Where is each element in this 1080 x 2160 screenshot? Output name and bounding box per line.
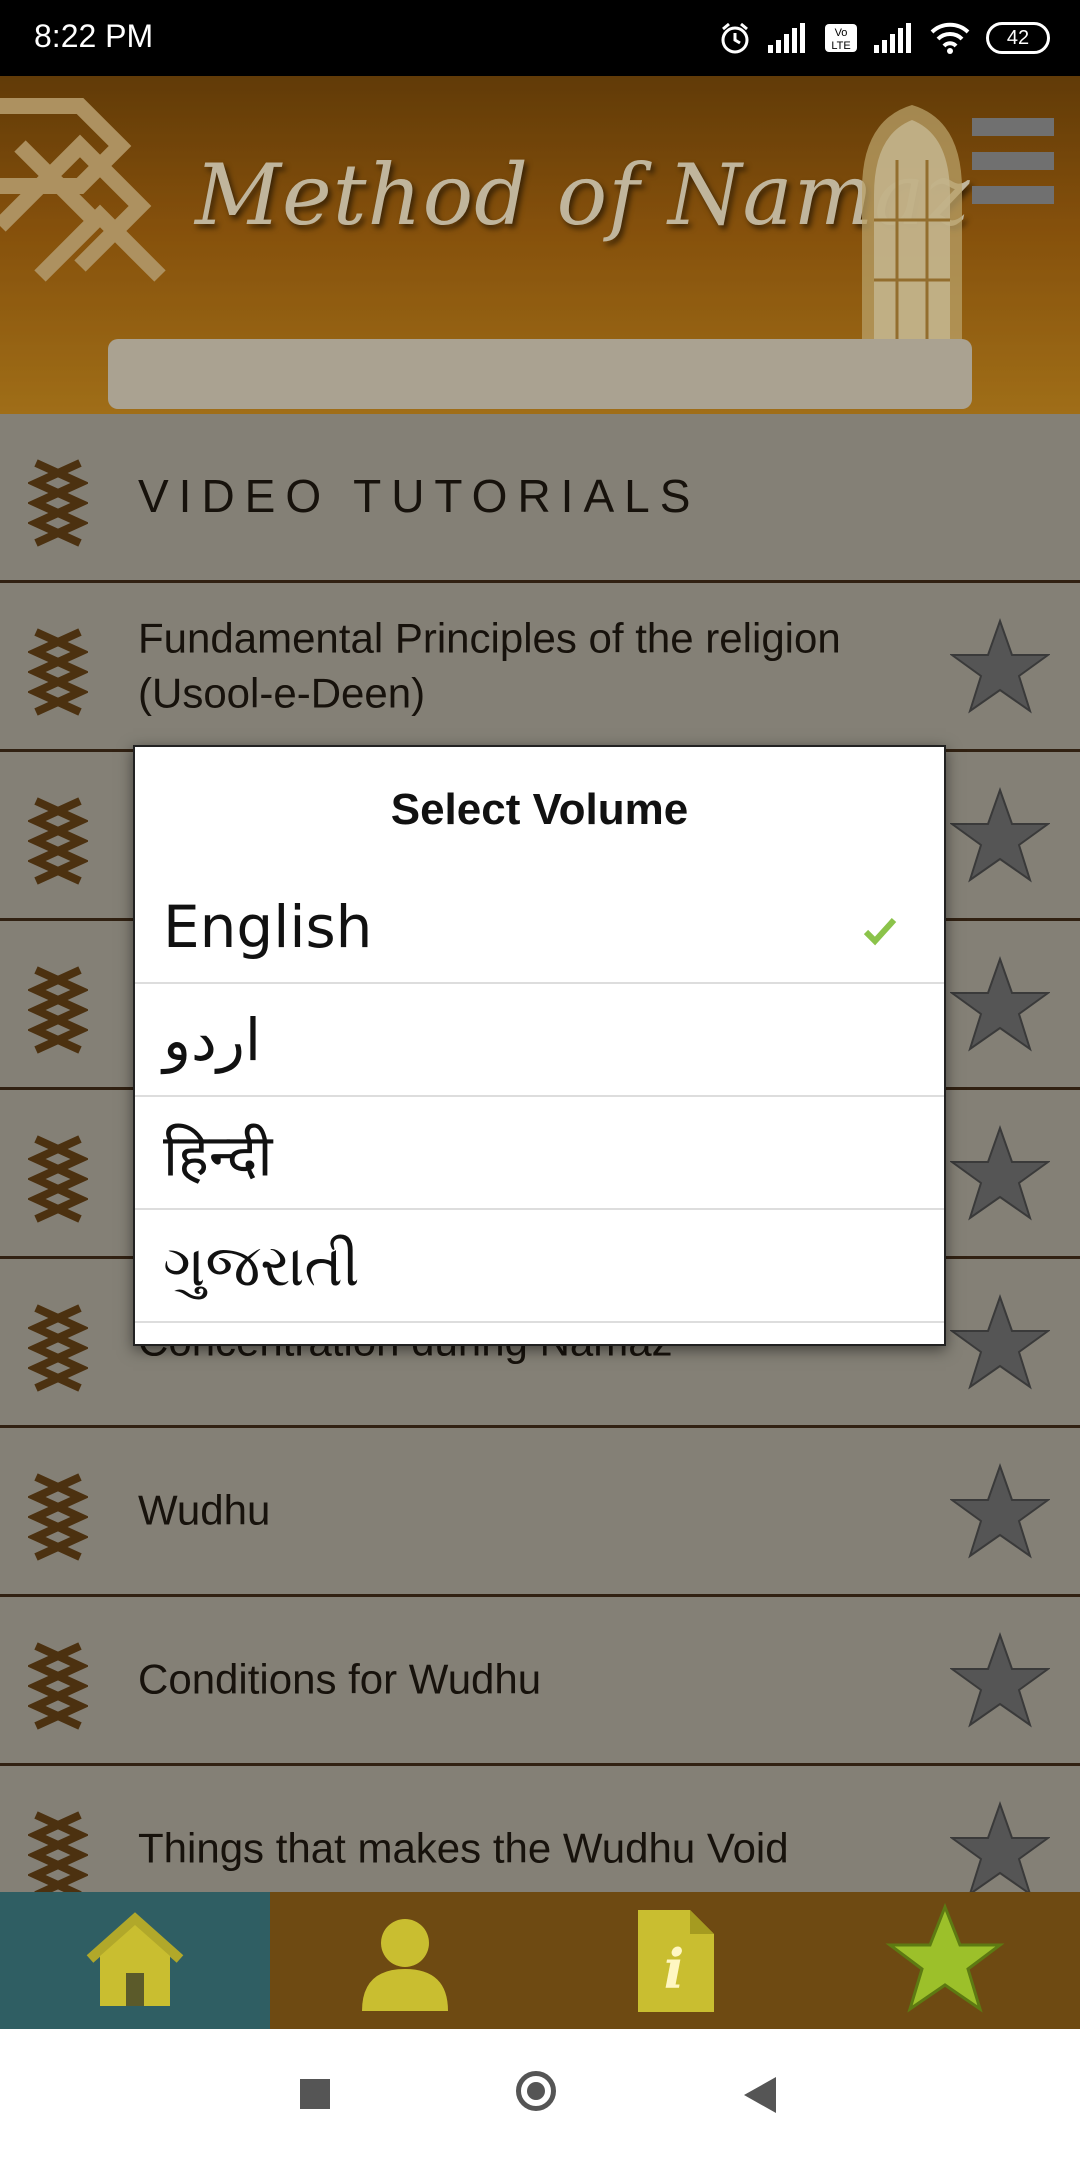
header-dim-overlay bbox=[0, 76, 1080, 414]
home-icon bbox=[86, 1911, 184, 2006]
wifi-icon bbox=[930, 22, 970, 54]
profile-icon bbox=[362, 1918, 448, 2011]
volume-option-label: English bbox=[163, 893, 373, 961]
battery-icon: 42 bbox=[986, 22, 1050, 54]
volume-option-label: ગુજરાતી bbox=[163, 1231, 360, 1300]
svg-text:Vo: Vo bbox=[835, 27, 848, 39]
dialog-title: Select Volume bbox=[390, 785, 689, 834]
volume-option[interactable]: اردو bbox=[135, 985, 944, 1097]
signal-2-icon bbox=[874, 23, 911, 53]
select-volume-dialog: Select Volume English اردو हिन्दी ગુજરાતી bbox=[133, 745, 946, 1346]
recents-button[interactable] bbox=[300, 2079, 330, 2109]
bottom-navigation: i bbox=[0, 1892, 1080, 2029]
volume-option[interactable]: ગુજરાતી bbox=[135, 1211, 944, 1323]
checkmark-icon bbox=[863, 916, 897, 950]
system-navigation-bar bbox=[0, 2029, 1080, 2160]
nav-profile[interactable] bbox=[270, 1892, 540, 2029]
status-bar: 8:22 PM Vo LTE 42 bbox=[0, 0, 1080, 76]
volume-option[interactable]: English bbox=[135, 872, 944, 984]
volume-option-label: हिन्दी bbox=[163, 1121, 273, 1190]
nav-info[interactable]: i bbox=[540, 1892, 810, 2029]
svg-text:i: i bbox=[664, 1937, 685, 2001]
volte-icon: Vo LTE bbox=[825, 24, 857, 52]
status-icons: Vo LTE 42 bbox=[718, 16, 1050, 60]
home-button[interactable] bbox=[516, 2071, 556, 2111]
info-document-icon: i bbox=[638, 1909, 714, 2012]
volume-option-label: اردو bbox=[163, 1006, 261, 1074]
signal-icon bbox=[768, 23, 805, 53]
volume-option[interactable]: हिन्दी bbox=[135, 1098, 944, 1210]
nav-favorites[interactable] bbox=[810, 1892, 1080, 2029]
back-button[interactable] bbox=[744, 2077, 776, 2113]
svg-text:LTE: LTE bbox=[831, 40, 850, 52]
nav-home[interactable] bbox=[0, 1892, 270, 2029]
favorites-star-icon bbox=[885, 1902, 1005, 2013]
alarm-icon bbox=[721, 22, 749, 54]
battery-level: 42 bbox=[1006, 26, 1030, 49]
status-time: 8:22 PM bbox=[34, 18, 154, 54]
